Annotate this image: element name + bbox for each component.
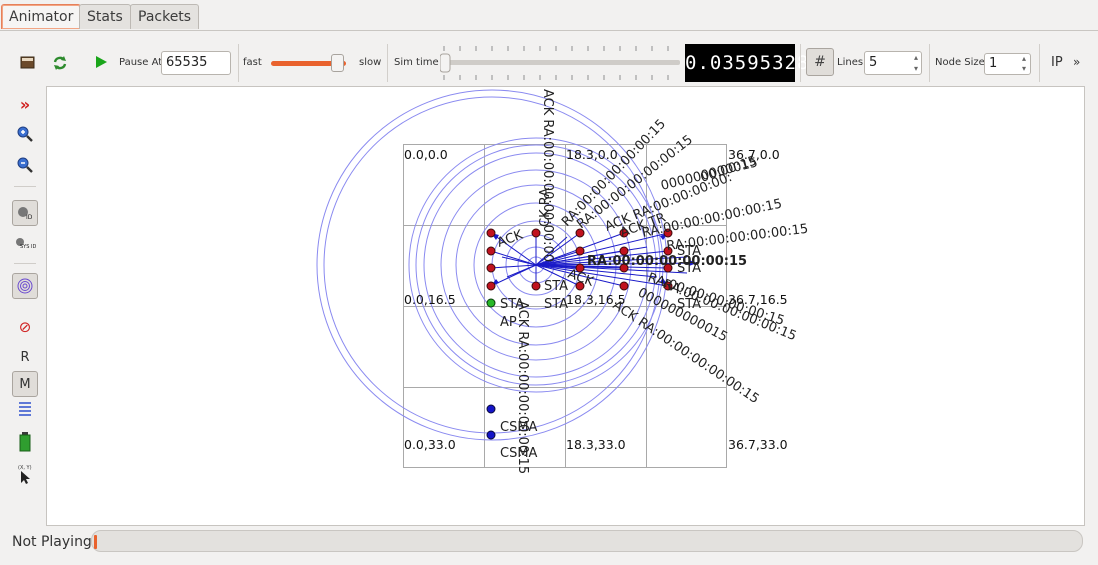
node-size-value: 1 bbox=[989, 56, 998, 71]
packet-label: ACK RA:00:00:00:00:00:00 bbox=[540, 89, 555, 262]
routing-button[interactable]: R bbox=[12, 345, 38, 369]
grid-icon[interactable]: # bbox=[806, 48, 834, 76]
grid-label-bottom-left: 0.0,33.0 bbox=[404, 437, 456, 452]
lines-spinbox[interactable]: 5 ▴ ▾ bbox=[864, 51, 922, 75]
animation-canvas[interactable]: 0.0,0.0 18.3,0.0 36.7,0.0 0.0,16.5 18.3,… bbox=[46, 86, 1085, 526]
lines-value: 5 bbox=[869, 55, 878, 70]
topology-view: 0.0,0.0 18.3,0.0 36.7,0.0 0.0,16.5 18.3,… bbox=[316, 89, 809, 474]
divider bbox=[14, 263, 36, 264]
node-label-sta: STA bbox=[544, 297, 568, 312]
tab-animator[interactable]: Animator bbox=[1, 4, 82, 29]
grid-label-top-middle: 18.3,0.0 bbox=[566, 147, 618, 162]
playback-progress-fill bbox=[94, 535, 97, 549]
no-packets-icon[interactable]: ⊘ bbox=[12, 315, 38, 339]
packet-label: RA:00:00:00:00:00:15 bbox=[587, 254, 747, 269]
pause-at-input[interactable]: 65535 bbox=[161, 51, 231, 75]
node-label-ap: AP bbox=[500, 315, 517, 330]
node-size-select[interactable]: 1 ▴ ▾ bbox=[984, 53, 1031, 75]
sim-time-slider[interactable] bbox=[439, 44, 682, 82]
ip-label[interactable]: IP bbox=[1051, 55, 1063, 70]
folder-icon[interactable] bbox=[16, 50, 40, 74]
divider bbox=[929, 44, 930, 82]
lines-icon[interactable] bbox=[12, 398, 38, 422]
grid-label-bottom-middle: 18.3,33.0 bbox=[566, 437, 626, 452]
sim-time-label: Sim time bbox=[394, 57, 439, 68]
sim-time-display: 0.03595328 bbox=[685, 44, 808, 82]
svg-text:ID: ID bbox=[26, 214, 33, 221]
divider bbox=[1039, 44, 1040, 82]
slow-label: slow bbox=[359, 57, 382, 68]
grid-label-top-left: 0.0,0.0 bbox=[404, 147, 448, 162]
divider bbox=[800, 44, 801, 82]
tab-packets[interactable]: Packets bbox=[130, 4, 200, 29]
ap-node[interactable] bbox=[486, 298, 496, 308]
csma-node[interactable] bbox=[486, 404, 496, 414]
battery-icon[interactable] bbox=[12, 430, 38, 454]
status-text: Not Playing bbox=[12, 534, 92, 550]
packet-label: ACK RA:00:00:00:00:00:15 bbox=[515, 301, 530, 474]
csma-node[interactable] bbox=[486, 430, 496, 440]
node-id-icon[interactable]: ID bbox=[12, 200, 38, 226]
speed-slider-handle[interactable] bbox=[331, 54, 344, 72]
divider bbox=[238, 44, 239, 82]
spin-arrows-icon[interactable]: ▴ ▾ bbox=[914, 52, 918, 74]
tab-stats[interactable]: Stats bbox=[79, 4, 131, 29]
mac-button[interactable]: M bbox=[12, 371, 38, 397]
collapse-icon[interactable]: » bbox=[12, 92, 38, 116]
refresh-icon[interactable] bbox=[48, 51, 72, 75]
tab-bar: Animator Stats Packets bbox=[0, 0, 1098, 31]
select-arrows-icon: ▴ ▾ bbox=[1021, 54, 1026, 73]
zoom-in-icon[interactable] bbox=[12, 122, 38, 146]
fast-label: fast bbox=[243, 57, 262, 68]
grid-label-middle-left: 0.0,16.5 bbox=[404, 292, 456, 307]
play-icon[interactable] bbox=[89, 50, 113, 74]
wireless-circles-icon[interactable] bbox=[12, 273, 38, 299]
svg-text:SYS ID: SYS ID bbox=[20, 244, 36, 250]
svg-text:(X, Y): (X, Y) bbox=[18, 465, 32, 471]
node-size-label: Node Size bbox=[935, 57, 985, 68]
lines-label: Lines bbox=[837, 57, 864, 68]
node-label-sta: STA bbox=[544, 279, 568, 294]
sys-id-icon[interactable]: SYS ID bbox=[12, 231, 38, 255]
cursor-xy-icon[interactable]: (X, Y) bbox=[12, 462, 38, 486]
packet-label: CK RA bbox=[538, 188, 553, 227]
zoom-out-icon[interactable] bbox=[12, 153, 38, 177]
pause-at-label: Pause At bbox=[119, 57, 163, 68]
divider bbox=[14, 186, 36, 187]
divider bbox=[387, 44, 388, 82]
playback-progress-bar bbox=[91, 530, 1083, 552]
double-chevron-right-icon[interactable]: » bbox=[1073, 55, 1080, 69]
grid-label-bottom-right: 36.7,33.0 bbox=[728, 437, 788, 452]
